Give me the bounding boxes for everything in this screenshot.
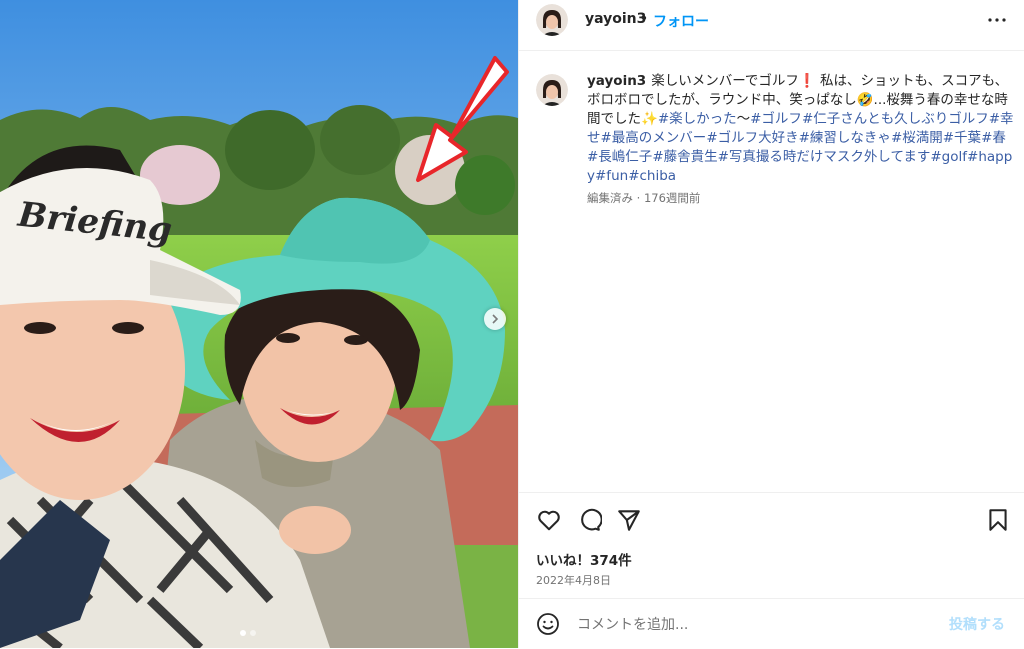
likes-count[interactable]: いいね！374件 <box>536 549 632 569</box>
golf-selfie-image: Briefing <box>0 0 518 648</box>
hashtag-link[interactable]: #fun <box>595 168 628 184</box>
hashtag-link[interactable]: #楽しかった <box>658 111 737 127</box>
hashtag-link[interactable]: #千葉 <box>943 130 981 146</box>
hashtag-link[interactable]: #春 <box>981 130 1006 146</box>
emoji-button[interactable] <box>536 612 560 636</box>
more-options-button[interactable] <box>985 8 1009 32</box>
caption-fragment: 〜 <box>736 111 751 127</box>
send-icon <box>618 510 640 531</box>
like-button[interactable] <box>536 507 562 533</box>
comment-input[interactable] <box>575 611 929 639</box>
hashtag-link[interactable]: #桜満開 <box>891 130 943 146</box>
hashtag-link[interactable]: #golf <box>930 149 967 165</box>
carousel-dot-2 <box>250 630 256 636</box>
comment-button[interactable] <box>576 507 603 533</box>
post-actions: いいね！374件 2022年4月8日 <box>519 492 1024 593</box>
heart-icon <box>538 510 560 531</box>
hashtag-link[interactable]: #仁子さんとも久しぶりゴルフ <box>802 111 989 127</box>
post-date[interactable]: 2022年4月8日 <box>536 572 611 588</box>
carousel-dot-1 <box>240 630 246 636</box>
bookmark-icon <box>989 509 1007 531</box>
chevron-right-icon <box>492 314 499 324</box>
hashtag-link[interactable]: #chiba <box>628 168 676 184</box>
hashtag-link[interactable]: #最高のメンバー <box>601 130 707 146</box>
follow-button[interactable]: フォロー <box>653 11 709 31</box>
avatar[interactable] <box>536 4 568 36</box>
hashtag-link[interactable]: #ゴルフ <box>750 111 802 127</box>
post-detail-panel: yayoin3 • フォロー yayoin3 楽しいメンバーでゴルフ❗ 私は、ショ… <box>518 0 1024 648</box>
share-button[interactable] <box>616 507 642 533</box>
post-header: yayoin3 • フォロー <box>519 0 1024 51</box>
post-photo[interactable]: Briefing <box>0 0 518 648</box>
emoji-icon <box>537 613 559 635</box>
avatar[interactable] <box>536 74 568 106</box>
carousel-next-button[interactable] <box>484 308 506 330</box>
caption-body: 楽しいメンバーでゴルフ❗ 私は、ショットも、スコアも、ボロボロでしたが、ラウンド… <box>587 73 1014 184</box>
comment-bar: 投稿する <box>519 598 1024 649</box>
hashtag-link[interactable]: #ゴルフ大好き <box>706 130 798 146</box>
post-comment-button[interactable]: 投稿する <box>949 614 1005 634</box>
hashtag-link[interactable]: #写真撮る時だけマスク外してます <box>718 149 931 165</box>
caption-username[interactable]: yayoin3 <box>587 73 646 89</box>
hashtag-link[interactable]: #長嶋仁子 <box>587 149 652 165</box>
separator-dot: • <box>640 11 649 27</box>
caption-text: yayoin3 楽しいメンバーでゴルフ❗ 私は、ショットも、スコアも、ボロボロでし… <box>587 72 1015 186</box>
profile-avatar-icon <box>536 4 568 36</box>
caption-meta: 編集済み · 176週間前 <box>587 191 701 205</box>
carousel-indicator <box>240 630 256 636</box>
more-horizontal-icon <box>988 18 1006 22</box>
save-button[interactable] <box>985 507 1011 533</box>
hashtag-link[interactable]: #練習しなきゃ <box>799 130 891 146</box>
post-author-username[interactable]: yayoin3 <box>585 11 646 27</box>
hashtag-link[interactable]: #藤舎貴生 <box>652 149 717 165</box>
comment-icon <box>581 508 603 531</box>
profile-avatar-icon <box>536 74 568 106</box>
